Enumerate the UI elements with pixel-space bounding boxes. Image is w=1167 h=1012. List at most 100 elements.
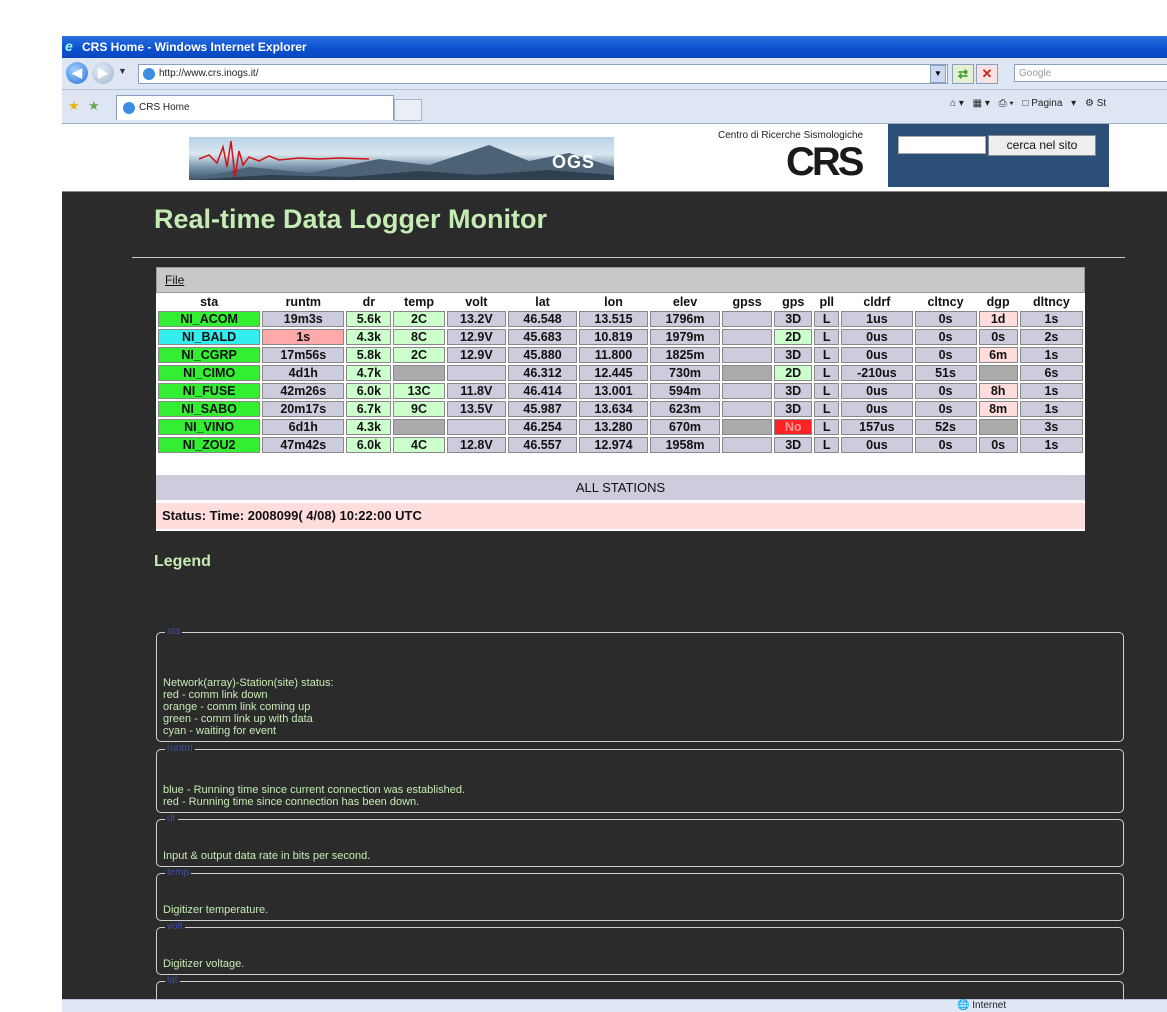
cell-lat: 46.312 — [508, 365, 578, 381]
cell-dltncy: 2s — [1019, 329, 1083, 345]
legend-section-label: volt — [165, 921, 185, 933]
station-name-cell[interactable]: NI_FUSE — [158, 383, 261, 399]
feeds-icon[interactable]: ▦ ▾ — [973, 98, 990, 109]
cell-lat: 45.683 — [508, 329, 578, 345]
cell-temp — [393, 419, 445, 435]
legend-section-label: sta — [165, 626, 183, 638]
site-search-button[interactable]: cerca nel sito — [988, 135, 1096, 156]
cell-pll: L — [814, 419, 840, 435]
cell-runtm: 6d1h — [262, 419, 345, 435]
station-name-cell[interactable]: NI_CIMO — [158, 365, 261, 381]
history-dropdown[interactable]: ▼ — [118, 66, 127, 76]
cell-lat: 46.548 — [508, 311, 578, 327]
tools-menu-label: St — [1096, 98, 1107, 109]
legend-line: cyan - waiting for event — [163, 725, 277, 737]
cell-temp: 2C — [393, 347, 445, 363]
cell-elev: 1825m — [649, 347, 721, 363]
file-menu[interactable]: File — [165, 273, 184, 287]
refresh-button[interactable]: ⇄ — [952, 64, 974, 84]
crs-logo[interactable]: CRS — [786, 140, 864, 185]
cell-dltncy: 1s — [1019, 383, 1083, 399]
home-icon[interactable]: ⌂ ▾ — [950, 98, 964, 109]
cell-gps: 3D — [774, 437, 813, 453]
site-search-input[interactable] — [898, 136, 986, 154]
cell-dr: 6.0k — [346, 437, 392, 453]
cell-lat: 46.414 — [508, 383, 578, 399]
cell-gpss — [722, 329, 773, 345]
cell-volt — [446, 419, 507, 435]
status-row: Status: Time: 2008099( 4/08) 10:22:00 UT… — [156, 503, 1085, 529]
cell-elev: 1958m — [649, 437, 721, 453]
cell-gps: 2D — [774, 365, 813, 381]
back-button[interactable]: ◀ — [66, 62, 88, 84]
legend-section-label: lat — [165, 975, 180, 987]
address-bar[interactable]: http://www.crs.inogs.it/ — [138, 64, 948, 84]
legend-line: red - comm link down — [163, 689, 268, 701]
column-header-dr: dr — [346, 295, 392, 309]
tools-menu[interactable]: ⚙ St — [1085, 98, 1112, 109]
cell-dgp: 0s — [978, 329, 1018, 345]
cell-dltncy: 1s — [1019, 347, 1083, 363]
all-stations-label[interactable]: ALL STATIONS — [156, 475, 1085, 500]
column-header-cldrf: cldrf — [841, 295, 913, 309]
cell-cldrf: 1us — [841, 311, 913, 327]
station-name-cell[interactable]: NI_ZOU2 — [158, 437, 261, 453]
cell-dr: 6.0k — [346, 383, 392, 399]
cell-temp: 13C — [393, 383, 445, 399]
column-header-sta: sta — [158, 295, 261, 309]
cell-cltncy: 0s — [914, 401, 977, 417]
column-header-dgp: dgp — [978, 295, 1018, 309]
address-dropdown[interactable]: ▼ — [930, 65, 946, 83]
column-header-pll: pll — [814, 295, 840, 309]
legend-line: Digitizer temperature. — [163, 904, 269, 916]
cell-elev: 594m — [649, 383, 721, 399]
cell-temp: 8C — [393, 329, 445, 345]
station-name-cell[interactable]: NI_VINO — [158, 419, 261, 435]
forward-button[interactable]: ▶ — [92, 62, 114, 84]
cell-elev: 730m — [649, 365, 721, 381]
legend-line: Input & output data rate in bits per sec… — [163, 850, 371, 862]
cell-cltncy: 52s — [914, 419, 977, 435]
cell-temp: 4C — [393, 437, 445, 453]
cell-lat: 46.254 — [508, 419, 578, 435]
column-header-dltncy: dltncy — [1019, 295, 1083, 309]
favorites-star-icon[interactable]: ★ — [68, 98, 80, 114]
add-favorites-icon[interactable]: ★ — [88, 98, 100, 114]
cell-lon: 13.001 — [579, 383, 648, 399]
cell-dltncy: 3s — [1019, 419, 1083, 435]
cell-pll: L — [814, 383, 840, 399]
station-name-cell[interactable]: NI_SABO — [158, 401, 261, 417]
cell-gpss — [722, 347, 773, 363]
cell-gps: 3D — [774, 401, 813, 417]
page-menu[interactable]: □ Pagina ▾ — [1022, 98, 1076, 109]
station-name-cell[interactable]: NI_BALD — [158, 329, 261, 345]
print-icon[interactable]: ⎙ ▾ — [999, 98, 1014, 109]
table-row: NI_FUSE 42m26s 6.0k 13C 11.8V 46.414 13.001 594… — [158, 383, 1083, 399]
ie-icon: e — [65, 38, 73, 54]
cell-lon: 10.819 — [579, 329, 648, 345]
cell-cldrf: 0us — [841, 383, 913, 399]
station-name-cell[interactable]: NI_CGRP — [158, 347, 261, 363]
stop-button[interactable]: ✕ — [976, 64, 998, 84]
legend-section-temp: temp Digitizer temperature. — [156, 867, 1124, 921]
tab-crs-home[interactable]: CRS Home — [116, 95, 394, 120]
cell-dr: 6.7k — [346, 401, 392, 417]
table-row: NI_CIMO 4d1h 4.7k 46.312 12.445 730m 2D L -210us… — [158, 365, 1083, 381]
ogs-logo[interactable]: OGS — [552, 152, 595, 173]
cell-dr: 4.3k — [346, 329, 392, 345]
page-title: Real-time Data Logger Monitor — [154, 204, 548, 234]
column-header-lat: lat — [508, 295, 578, 309]
column-header-temp: temp — [393, 295, 445, 309]
legend-line: red - Running time since connection has … — [163, 796, 420, 808]
column-header-gpss: gpss — [722, 295, 773, 309]
search-box[interactable]: Google — [1014, 64, 1167, 82]
address-url: http://www.crs.inogs.it/ — [159, 68, 259, 79]
site-banner: OGS Centro di Ricerche Sismologiche CRS … — [62, 124, 1167, 192]
tab-globe-icon — [123, 102, 135, 114]
station-name-cell[interactable]: NI_ACOM — [158, 311, 261, 327]
cell-elev: 1796m — [649, 311, 721, 327]
cell-cltncy: 0s — [914, 311, 977, 327]
new-tab-button[interactable] — [394, 99, 422, 121]
cell-pll: L — [814, 437, 840, 453]
cell-dr: 5.8k — [346, 347, 392, 363]
